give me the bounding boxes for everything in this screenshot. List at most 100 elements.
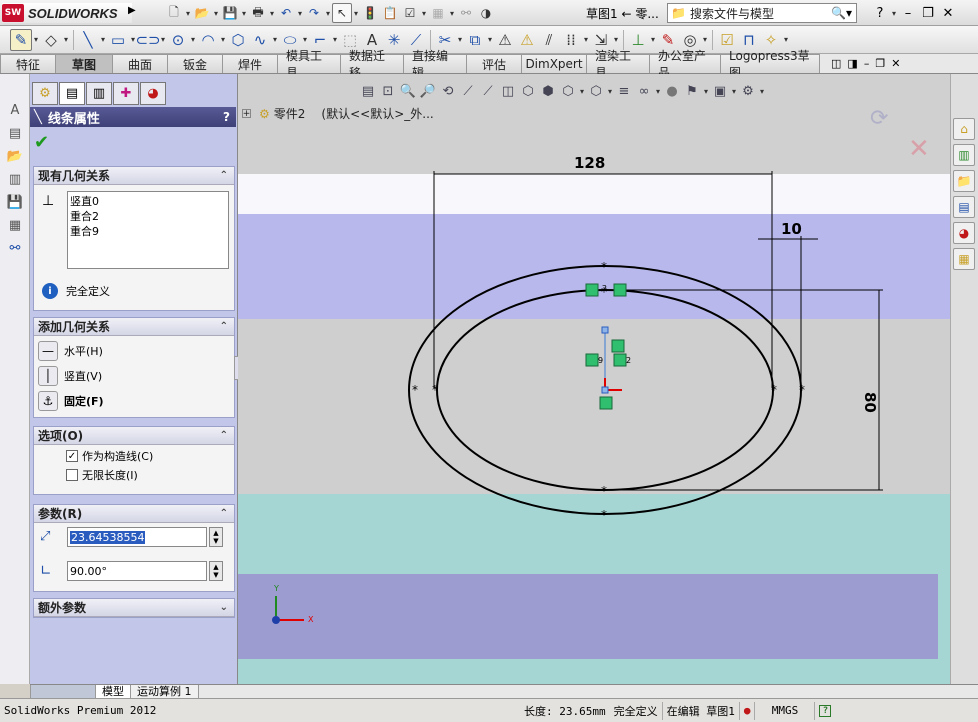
tab-features[interactable]: 特征	[0, 54, 56, 73]
units-system[interactable]: MMGS	[754, 701, 814, 720]
horizontal-relation-button[interactable]: — 水平(H)	[38, 341, 234, 361]
open-folder-icon[interactable]: 📂	[192, 3, 212, 23]
layout-grid-icon[interactable]: ▦	[428, 3, 448, 23]
new-dropdown-icon[interactable]: ▾	[184, 3, 192, 23]
collapse-chevron-icon[interactable]: ⌃	[220, 170, 228, 181]
dimension-width[interactable]: 128	[574, 154, 605, 172]
line-endpoint[interactable]	[601, 326, 609, 334]
arc-dropdown-icon[interactable]: ▾	[219, 30, 227, 50]
vertical-relation-button[interactable]: │ 竖直(V)	[38, 366, 234, 386]
options-icon[interactable]: ☑	[400, 3, 420, 23]
help-dropdown-icon[interactable]: ▾	[890, 3, 898, 23]
sketch-text-icon[interactable]: A	[4, 100, 26, 120]
sketch-link-icon[interactable]: ⚯	[4, 238, 26, 258]
circle-icon[interactable]: ⊙	[167, 29, 189, 51]
minimize-button[interactable]: –	[898, 3, 918, 23]
slot-dropdown-icon[interactable]: ▾	[159, 30, 167, 50]
tab-evaluate[interactable]: 评估	[466, 54, 522, 73]
collapse-chevron-icon[interactable]: ⌃	[220, 508, 228, 519]
rectangle-icon[interactable]: ▭	[107, 29, 129, 51]
layout-dropdown-icon[interactable]: ▾	[448, 3, 456, 23]
view-palette-icon[interactable]: ▤	[953, 196, 975, 218]
dimension-offset[interactable]: 10	[781, 220, 802, 238]
convert-entities-icon[interactable]: ⧉	[464, 29, 486, 51]
search-box[interactable]: 📁 搜索文件与模型 🔍▾	[667, 3, 857, 23]
length-input[interactable]: 23.64538554	[67, 527, 207, 547]
smart-dimension-icon[interactable]: ◇	[40, 29, 62, 51]
dynamic-mirror-icon[interactable]: ⚠	[516, 29, 538, 51]
sketch-grid-icon[interactable]: ▦	[4, 215, 26, 235]
tab-sketch[interactable]: 草图	[55, 54, 113, 73]
collapse-chevron-icon[interactable]: ⌃	[220, 321, 228, 332]
list-item[interactable]: 重合2	[70, 209, 226, 224]
relations-list[interactable]: 竖直0 重合2 重合9	[67, 191, 229, 269]
file-explorer-icon[interactable]: 📁	[953, 170, 975, 192]
help-icon[interactable]: ?	[870, 3, 890, 23]
options-header[interactable]: 选项(O) ⌃	[34, 427, 234, 445]
sketch-folder-icon[interactable]: 📂	[4, 146, 26, 166]
ok-check-icon[interactable]: ✔	[34, 132, 49, 153]
sketch-block-icon[interactable]: ▥	[4, 169, 26, 189]
design-library-icon[interactable]: ▥	[953, 144, 975, 166]
dimension-height[interactable]: 80	[861, 392, 879, 413]
tab-surfaces[interactable]: 曲面	[112, 54, 168, 73]
ellipse-point[interactable]: *	[412, 383, 418, 397]
ellipse-point[interactable]: *	[799, 383, 805, 397]
sketch-save-icon[interactable]: 💾	[4, 192, 26, 212]
list-item[interactable]: 重合9	[70, 224, 226, 239]
angle-input[interactable]: 90.00°	[67, 561, 207, 581]
sketch-icon[interactable]: ✎	[10, 28, 32, 51]
sketch-dropdown-icon[interactable]: ▾	[32, 30, 40, 50]
collapse-chevron-icon[interactable]: ⌃	[220, 430, 228, 441]
tab-office-products[interactable]: 办公室产品	[649, 49, 721, 80]
list-item[interactable]: 竖直0	[70, 194, 226, 209]
options-dropdown-icon[interactable]: ▾	[420, 3, 428, 23]
status-help-icon[interactable]: ?	[814, 701, 835, 720]
custom-properties-icon[interactable]: ▦	[953, 248, 975, 270]
save-dropdown-icon[interactable]: ▾	[240, 3, 248, 23]
dimxpert-manager-tab-icon[interactable]: ✚	[113, 82, 139, 105]
slot-icon[interactable]: ⊂⊃	[135, 29, 160, 51]
polygon-icon[interactable]: ⬡	[227, 29, 249, 51]
graphics-area[interactable]: ▤ ⊡ 🔍 🔎 ⟲ ⟋ ⟋ ◫ ⬡ ⬢ ⬡ ▾ ⬡ ▾ ≡ ∞ ▾ ● ⚑ ▾ …	[238, 74, 950, 684]
new-document-icon[interactable]: 🗋	[164, 3, 184, 23]
configuration-manager-tab-icon[interactable]: ▥	[86, 82, 112, 105]
tab-data-migration[interactable]: 数据迁移	[340, 49, 404, 80]
tab-model[interactable]: 模型	[95, 684, 131, 699]
tab-render-tools[interactable]: 渲染工具	[586, 49, 650, 80]
tab-scroll-controls[interactable]	[30, 684, 96, 699]
save-icon[interactable]: 💾	[220, 3, 240, 23]
select-pointer-icon[interactable]: ↖	[332, 3, 352, 23]
tab-logopress[interactable]: Logopress3草图	[720, 49, 820, 80]
ellipse-point[interactable]: *	[432, 383, 438, 397]
dim-dropdown-icon[interactable]: ▾	[62, 30, 70, 50]
relations-dropdown-icon[interactable]: ▾	[649, 30, 657, 50]
redo-dropdown-icon[interactable]: ▾	[324, 3, 332, 23]
doc-minimize-icon[interactable]: –	[864, 57, 870, 70]
ellipse-point[interactable]: *	[601, 260, 607, 274]
spline-dropdown-icon[interactable]: ▾	[271, 30, 279, 50]
tab-mold-tools[interactable]: 模具工具	[277, 49, 341, 80]
select-dropdown-icon[interactable]: ▾	[352, 3, 360, 23]
search-icon[interactable]: 🔍▾	[831, 6, 852, 20]
undo-icon[interactable]: ↶	[276, 3, 296, 23]
parameters-header[interactable]: 参数(R) ⌃	[34, 505, 234, 523]
display-manager-tab-icon[interactable]: ◕	[140, 82, 166, 105]
convert-dropdown-icon[interactable]: ▾	[486, 30, 494, 50]
file-properties-icon[interactable]: 📋	[380, 3, 400, 23]
sketch-origin[interactable]	[601, 386, 609, 394]
doc-close-icon[interactable]: ✕	[891, 57, 900, 70]
restore-button[interactable]: ❐	[918, 3, 938, 23]
relation-marker[interactable]	[599, 396, 613, 410]
circle-dropdown-icon[interactable]: ▾	[189, 30, 197, 50]
feature-manager-tab-icon[interactable]: ⚙	[32, 82, 58, 105]
help-button[interactable]: ?	[223, 110, 230, 124]
angle-spinner[interactable]: ▲ ▼	[209, 561, 223, 581]
relation-marker[interactable]	[613, 353, 627, 367]
ellipse-point[interactable]: *	[601, 508, 607, 522]
offset-icon[interactable]: ⫽	[538, 29, 560, 51]
relation-marker[interactable]	[585, 283, 599, 297]
arc-icon[interactable]: ◠	[197, 29, 219, 51]
tab-sheet-metal[interactable]: 钣金	[167, 54, 223, 73]
solidworks-logo[interactable]: SW SOLIDWORKS	[2, 3, 132, 23]
